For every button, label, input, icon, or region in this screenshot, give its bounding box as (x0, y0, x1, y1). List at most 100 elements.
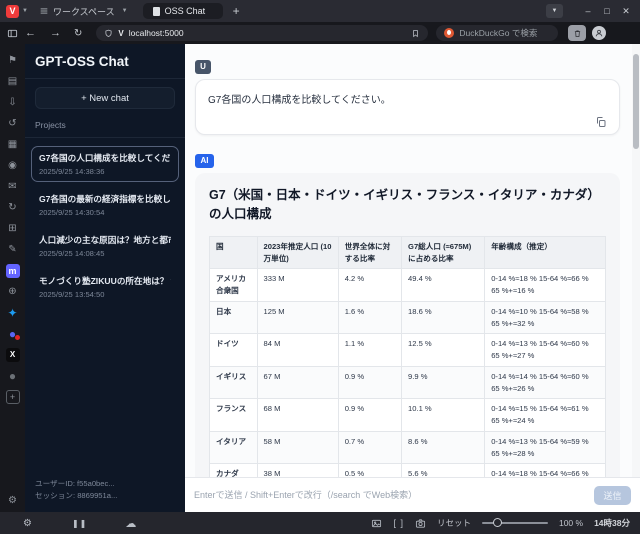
zoom-reset-button[interactable]: リセット (437, 517, 471, 529)
copy-button[interactable] (595, 115, 607, 127)
ai-heading: G7（米国・日本・ドイツ・イギリス・フランス・イタリア・カナダ）の人口構成 (209, 188, 600, 222)
notes-icon[interactable]: ✎ (6, 243, 20, 257)
forward-button[interactable]: → (50, 27, 61, 39)
bookmark-flag-icon[interactable] (411, 29, 420, 38)
chat-item-title: G7各国の最新の経済指標を比較して... (39, 194, 171, 204)
chat-input-bar: 送信 (185, 477, 640, 512)
chat-sidebar: GPT-OSS Chat + New chat Projects G7各国の人口… (25, 44, 185, 512)
panel-settings-gear-icon[interactable]: ⚙ (8, 495, 17, 506)
bookmark-icon[interactable]: ⚑ (6, 54, 20, 68)
panel-toggle-icon[interactable] (7, 28, 18, 39)
chat-item-title: G7各国の人口構成を比較してくださ... (39, 153, 171, 163)
projects-label[interactable]: Projects (25, 111, 185, 138)
chat-history-item[interactable]: 人口減少の主な原因は？地方と都市... 2025/9/25 14:08:45 (31, 228, 179, 264)
table-cell: 0-14 %≈14 % 15-64 %≈60 % 65 %+≈26 % (484, 365, 606, 400)
workspace-caret-icon: ▼ (121, 8, 128, 14)
table-cell: 1.6 % (337, 300, 403, 335)
shield-icon (105, 29, 112, 37)
maximize-button[interactable]: □ (599, 3, 615, 19)
close-button[interactable]: ✕ (618, 3, 634, 19)
person-icon (596, 29, 603, 37)
vivaldi-menu-caret-icon[interactable]: ▼ (22, 8, 28, 14)
table-row: ドイツ 84 M 1.1 % 12.5 % 0-14 %≈13 % 15-64 %≈60… (209, 333, 606, 367)
table-cell: イギリス (209, 365, 258, 400)
address-bar[interactable]: V localhost:5000 (96, 25, 429, 41)
chat-item-timestamp: 2025/9/25 13:54:50 (39, 290, 105, 299)
table-cell: 0.9 % (337, 365, 403, 400)
add-web-panel-icon[interactable]: + (5, 390, 20, 404)
minimize-button[interactable]: – (580, 3, 596, 19)
contacts-icon[interactable]: ◉ (6, 159, 20, 173)
browser-tab[interactable]: OSS Chat (142, 3, 223, 19)
site-badge-icon: V (118, 28, 124, 38)
trash-button[interactable] (568, 25, 587, 41)
scrollbar-thumb[interactable] (633, 54, 639, 149)
table-cell: 68 M (256, 398, 339, 432)
zoom-slider-knob[interactable] (492, 518, 502, 527)
table-header-cell: 2023年推定人口 (10万単位) (256, 235, 339, 270)
table-cell: アメリカ合衆国 (209, 268, 258, 302)
send-button[interactable]: 送信 (594, 485, 631, 505)
page-tiling-icon[interactable]: [ ] (393, 518, 404, 528)
mastodon-icon[interactable]: m (5, 264, 20, 278)
sync-cloud-icon[interactable]: ☁ (125, 517, 136, 530)
chat-history-item[interactable]: G7各国の最新の経済指標を比較して... 2025/9/25 14:30:54 (31, 187, 179, 223)
table-cell: 5.6 % (401, 463, 486, 477)
table-cell: カナダ (209, 463, 258, 477)
workspace-selector[interactable]: ワークスペース ▼ (39, 5, 131, 18)
table-cell: 125 M (256, 300, 339, 335)
ai-message-card: G7（米国・日本・ドイツ・イギリス・フランス・イタリア・カナダ）の人口構成 国2… (195, 173, 620, 477)
browser-window: V ▼ ワークスペース ▼ OSS Chat + ▼ – □ ✕ ← → ↻ V… (0, 0, 640, 534)
table-cell: 0-14 %≈18 % 15-64 %≈66 % 65 %+≈16 % (484, 463, 606, 477)
downloads-icon[interactable]: ⇩ (6, 96, 20, 110)
chat-input[interactable] (194, 490, 594, 500)
discord-icon[interactable]: ● (6, 327, 20, 341)
page-scrollbar[interactable] (632, 44, 640, 512)
chat-history-item[interactable]: モノづくり塾ZIKUUの所在地は？ **... 2025/9/25 13:54:5… (31, 269, 179, 305)
trash-icon (574, 30, 581, 37)
chat-item-timestamp: 2025/9/25 14:38:36 (39, 167, 105, 176)
vivaldi-logo-icon[interactable]: V (6, 4, 19, 18)
table-cell: 0-14 %≈13 % 15-64 %≈60 % 65 %+≈27 % (484, 333, 606, 367)
clock-text: 14時38分 (594, 518, 630, 528)
zoom-slider[interactable] (481, 518, 548, 527)
table-cell: 10.1 % (401, 398, 486, 432)
mail-icon[interactable]: ✉ (6, 180, 20, 194)
globe-icon[interactable]: ⊕ (6, 285, 20, 299)
search-field[interactable]: DuckDuckGo で検索 (436, 25, 559, 41)
table-cell: 0.9 % (337, 398, 403, 432)
reload-button[interactable]: ↻ (74, 28, 82, 39)
settings-gear-icon[interactable]: ⚙ (23, 518, 32, 529)
table-cell: 0-14 %≈18 % 15-64 %≈66 % 65 %+≈16 % (484, 268, 606, 302)
history-icon[interactable]: ↺ (6, 117, 20, 131)
new-chat-button[interactable]: + New chat (35, 87, 175, 109)
x-icon[interactable]: X (5, 348, 20, 362)
back-button[interactable]: ← (25, 27, 36, 39)
capture-icon[interactable] (415, 518, 426, 529)
g7-population-table: 国 2023年推定人口 (10万単位) 世界全体に対する比率 G7総人口 (≈675M… (209, 235, 606, 477)
new-tab-button[interactable]: + (233, 4, 240, 18)
copy-icon (597, 117, 606, 127)
calculator-icon[interactable]: ⊞ (6, 222, 20, 236)
table-cell: フランス (209, 398, 258, 432)
table-cell: 18.6 % (401, 300, 486, 335)
sync-pause-icon[interactable]: ❚❚ (72, 519, 87, 528)
sync-icon[interactable]: ↻ (6, 201, 20, 215)
chat-history-item[interactable]: G7各国の人口構成を比較してくださ... 2025/9/25 14:38:36 (31, 146, 179, 182)
table-header-row: 国 2023年推定人口 (10万単位) 世界全体に対する比率 G7総人口 (≈675M… (209, 235, 606, 270)
web-panel-icon[interactable]: ● (6, 369, 20, 383)
table-cell: 49.4 % (401, 268, 486, 302)
table-cell: ドイツ (209, 333, 258, 367)
chat-list: G7各国の人口構成を比較してくださ...2025/9/25 14:38:36G7… (25, 138, 185, 470)
table-cell: 1.1 % (337, 333, 403, 367)
bluesky-icon[interactable]: ✦ (6, 306, 20, 320)
tab-bar: V ▼ ワークスペース ▼ OSS Chat + ▼ – □ ✕ (0, 0, 640, 22)
profile-button[interactable] (592, 26, 607, 40)
session-footer: ユーザーID: f55a0bec... セッション: 8869951a... (25, 470, 185, 512)
reading-list-icon[interactable]: ▤ (6, 75, 20, 89)
chat-item-title: 人口減少の主な原因は？地方と都市... (39, 235, 171, 245)
workspace-label: ワークスペース (52, 6, 115, 17)
tab-dropdown-icon[interactable]: ▼ (546, 4, 563, 18)
calendar-icon[interactable]: ▦ (6, 138, 20, 152)
image-toggle-icon[interactable] (371, 518, 382, 529)
